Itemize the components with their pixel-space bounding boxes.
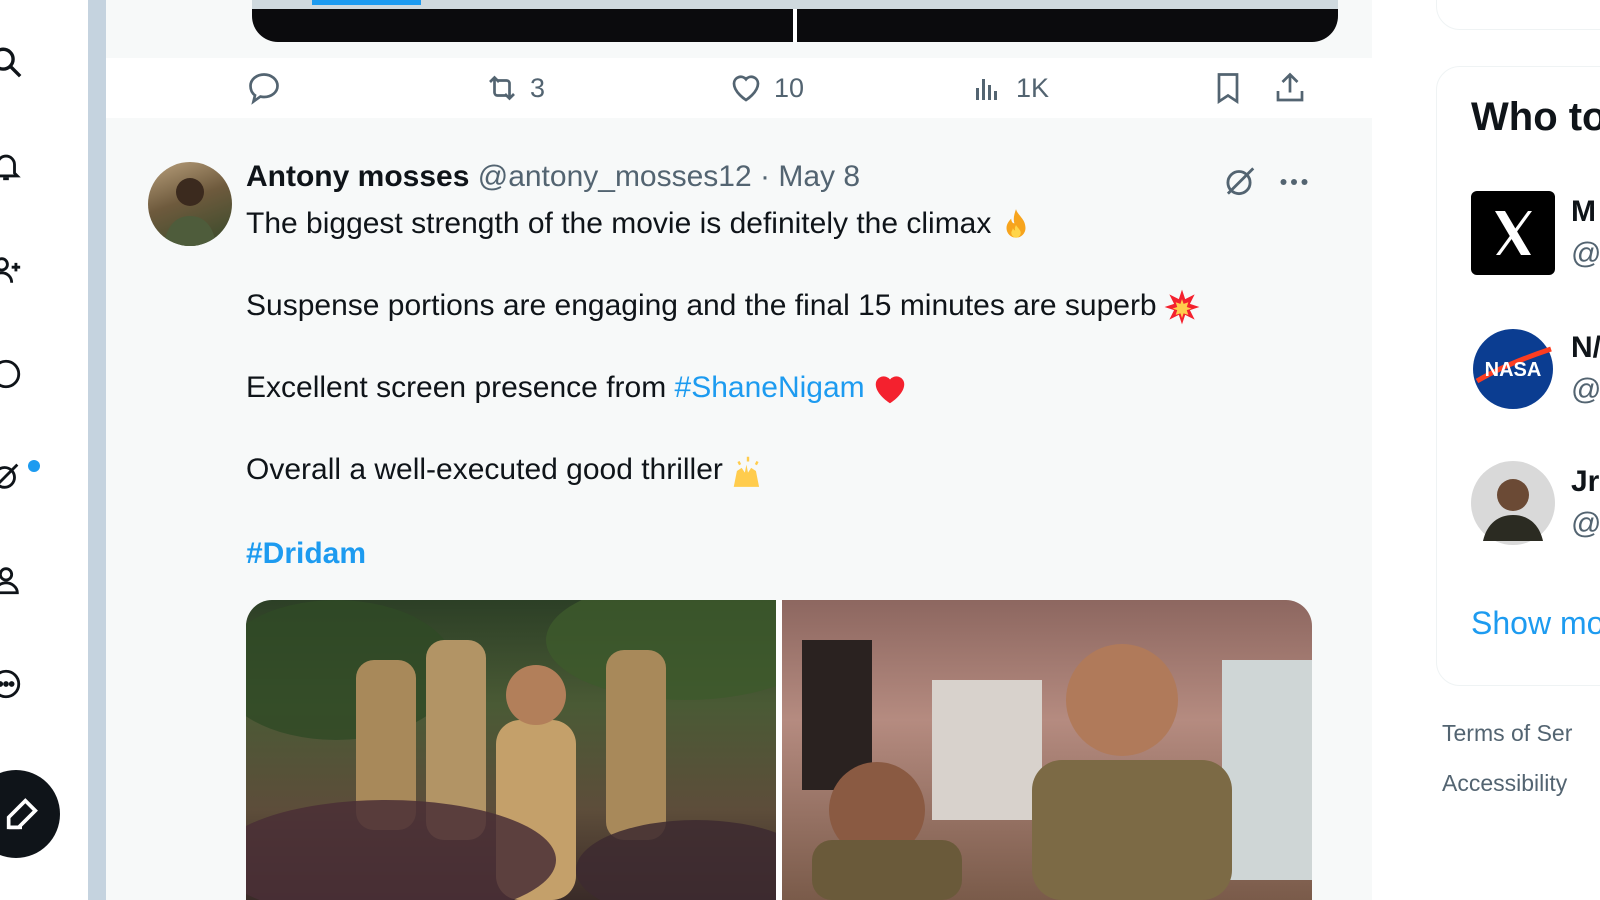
heart-icon [732, 75, 760, 102]
more-icon[interactable] [0, 660, 30, 708]
tweet-date[interactable]: May 8 [778, 160, 860, 193]
view-count: 1K [1016, 72, 1050, 103]
who-to-follow-card: Who to M @ NASA N/ @ Jr @ Show mo [1436, 66, 1600, 686]
hashtag-link[interactable]: #Dridam [246, 537, 366, 570]
suggestion-name: M [1571, 195, 1596, 228]
header-separator: · [760, 160, 771, 193]
video-progress-fill [312, 0, 421, 5]
timeline: 3 10 1K Antony mosses @antony_mosses12 ·… [106, 0, 1372, 900]
bookmark-icon [1217, 73, 1239, 105]
follow-icon[interactable] [0, 246, 30, 294]
footer-link-terms[interactable]: Terms of Ser [1442, 720, 1572, 747]
messages-icon[interactable] [0, 350, 30, 398]
tweet-media-grid [246, 600, 1312, 900]
notifications-icon[interactable] [0, 142, 30, 190]
tweet-line: Suspense portions are engaging and the f… [246, 286, 1326, 326]
author-handle[interactable]: @antony_mosses12 [478, 160, 752, 193]
more-options-icon[interactable] [1276, 164, 1312, 200]
right-sidebar: Who to M @ NASA N/ @ Jr @ Show mo Terms … [1372, 0, 1600, 900]
avatar [1471, 461, 1555, 545]
views-button[interactable]: 1K [970, 58, 1049, 118]
red-heart-emoji [875, 376, 904, 404]
left-navigation [0, 0, 88, 900]
x-logo-icon [1471, 191, 1555, 275]
share-icon [1276, 72, 1304, 102]
retweet-count: 3 [530, 72, 546, 103]
fire-emoji [1006, 209, 1026, 238]
tweet-hashtag-line: #Dridam [246, 534, 1326, 574]
tweet-image-2[interactable] [782, 600, 1312, 900]
reply-button[interactable] [246, 58, 292, 118]
tweet-image-1[interactable] [246, 600, 776, 900]
author-avatar[interactable] [148, 162, 232, 246]
collision-emoji [1164, 289, 1200, 325]
nasa-logo-icon: NASA [1473, 329, 1553, 409]
retweet-icon [489, 75, 515, 101]
tweet-header: Antony mosses @antony_mosses12 · May 8 [246, 160, 860, 194]
bookmark-button[interactable] [1210, 58, 1246, 118]
like-button[interactable]: 10 [728, 58, 804, 118]
tweet-line: Overall a well-executed good thriller [246, 450, 1326, 490]
tweet-line: The biggest strength of the movie is def… [246, 204, 1326, 244]
author-name[interactable]: Antony mosses [246, 160, 469, 193]
share-button[interactable] [1272, 58, 1308, 118]
tweet-action-bar: 3 10 1K [106, 58, 1372, 118]
tweet[interactable]: Antony mosses @antony_mosses12 · May 8 T… [106, 136, 1372, 900]
reply-icon [249, 73, 279, 105]
hashtag-link[interactable]: #ShaneNigam [675, 371, 865, 404]
sidebar-card-top [1436, 0, 1600, 30]
suggestion-handle: @ [1571, 507, 1600, 540]
views-icon [976, 79, 997, 100]
search-icon[interactable] [0, 38, 30, 86]
follow-suggestion[interactable]: M @ [1471, 191, 1600, 277]
raising-hands-emoji [733, 456, 759, 487]
profile-icon[interactable] [0, 556, 30, 604]
grok-icon[interactable] [0, 452, 40, 500]
who-to-follow-title: Who to [1471, 95, 1600, 139]
retweet-button[interactable]: 3 [484, 58, 545, 118]
follow-suggestion[interactable]: Jr @ [1471, 461, 1600, 547]
show-more-link[interactable]: Show mo [1471, 605, 1600, 642]
compose-icon [6, 798, 38, 830]
tweet-line: Excellent screen presence from #ShaneNig… [246, 368, 1326, 408]
video-progress-bar[interactable] [252, 0, 1338, 9]
svg-text:NASA: NASA [1485, 359, 1542, 381]
app-window: 3 10 1K Antony mosses @antony_mosses12 ·… [0, 0, 1600, 900]
suggestion-handle: @ [1571, 237, 1600, 270]
compose-button[interactable] [0, 770, 60, 858]
suggestion-name: N/ [1571, 331, 1600, 364]
footer-link-accessibility[interactable]: Accessibility [1442, 770, 1567, 797]
suggestion-handle: @ [1571, 373, 1600, 406]
grok-explain-icon[interactable] [1220, 162, 1258, 200]
notification-dot [28, 460, 40, 472]
suggestion-name: Jr [1571, 465, 1600, 498]
like-count: 10 [774, 72, 805, 103]
scroll-rail [88, 0, 106, 900]
follow-suggestion[interactable]: NASA N/ @ [1471, 327, 1600, 413]
